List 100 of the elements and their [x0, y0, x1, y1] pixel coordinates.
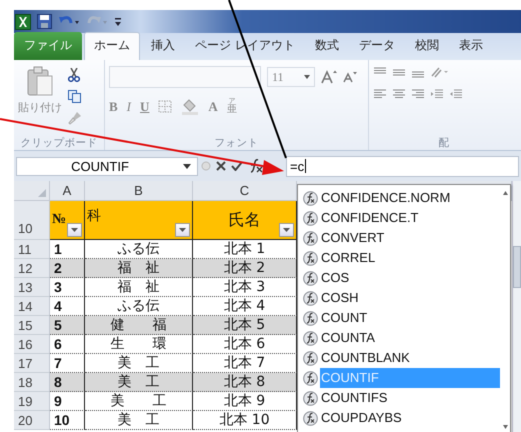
function-icon — [303, 250, 318, 266]
ribbon-tab[interactable]: ページ レイアウト — [186, 33, 304, 60]
group-label: クリップボード — [20, 136, 98, 150]
table-cell: 北本 5 — [193, 316, 297, 335]
table-cell: 3 — [50, 278, 85, 297]
font-name-field[interactable] — [109, 66, 261, 88]
ribbon-tab[interactable]: 挿入 — [142, 33, 184, 60]
function-icon — [303, 210, 318, 226]
group-label: フォント — [214, 136, 260, 150]
table-cell: 福 祉 — [85, 278, 193, 297]
function-icon — [303, 310, 318, 326]
copy-icon[interactable] — [68, 90, 84, 103]
table-cell: 5 — [50, 316, 85, 335]
table-cell: 4 — [50, 297, 85, 316]
column-header[interactable]: A — [50, 181, 85, 201]
ribbon-tab[interactable]: ファイル — [14, 32, 82, 60]
table-cell: 2 — [50, 259, 85, 278]
table-cell: 北本 3 — [193, 278, 297, 297]
function-icon — [303, 350, 318, 366]
table-cell: 健 福 — [85, 316, 193, 335]
row-header[interactable]: 15 — [14, 316, 50, 335]
scroll-bar[interactable] — [512, 181, 521, 432]
indent-icon[interactable] — [449, 88, 463, 100]
function-icon — [303, 390, 318, 406]
save-icon[interactable] — [37, 14, 52, 29]
horizontal-align-icon[interactable] — [373, 88, 387, 100]
brush-icon[interactable] — [68, 111, 82, 125]
row-header[interactable]: 14 — [14, 297, 50, 316]
row-header[interactable]: 10 — [14, 201, 50, 240]
group-label: 配 — [438, 136, 450, 150]
row-header[interactable]: 12 — [14, 259, 50, 278]
function-suggestion[interactable]: COUNTA — [320, 328, 500, 348]
function-suggestion[interactable]: COUNTBLANK — [320, 348, 500, 368]
row-header[interactable]: 17 — [14, 354, 50, 373]
header-cell: № — [50, 201, 85, 240]
table-cell: 福 祉 — [85, 259, 193, 278]
function-suggestion[interactable]: CONVERT — [320, 228, 500, 248]
clipboard-icon[interactable] — [27, 66, 53, 96]
filter-button[interactable] — [175, 223, 190, 237]
table-cell: 北本 7 — [193, 354, 297, 373]
table-cell: 北本 10 — [193, 411, 297, 430]
scissors-icon[interactable] — [68, 68, 80, 82]
function-suggestion[interactable]: COS — [320, 268, 500, 288]
function-icon — [303, 410, 318, 426]
function-icon — [303, 370, 318, 386]
ribbon-tab[interactable]: 校閲 — [406, 33, 448, 60]
function-suggestion[interactable]: CONFIDENCE.T — [320, 208, 500, 228]
table-cell: 1 — [50, 240, 85, 259]
table-cell: 生 環 — [85, 335, 193, 354]
table-cell: 美 工 — [85, 373, 193, 392]
function-suggestion[interactable]: COUNT — [320, 308, 500, 328]
horizontal-align-icon[interactable] — [392, 88, 406, 100]
excel-icon[interactable] — [15, 14, 31, 30]
function-suggestion[interactable]: COUPDAYBS — [320, 408, 500, 428]
filter-button[interactable] — [279, 223, 294, 237]
caret-icon[interactable] — [283, 228, 290, 232]
caret-icon[interactable] — [304, 75, 310, 79]
caret-icon[interactable] — [179, 228, 186, 232]
row-header[interactable]: 19 — [14, 392, 50, 411]
ribbon-tab[interactable]: ホーム — [84, 32, 140, 60]
customize-caret-icon[interactable] — [114, 16, 122, 28]
ribbon-tab[interactable]: 表示 — [450, 33, 492, 60]
name-box[interactable]: COUNTIF — [16, 156, 198, 176]
column-header[interactable]: B — [85, 181, 193, 201]
row-header[interactable]: 11 — [14, 240, 50, 259]
row-header[interactable]: 13 — [14, 278, 50, 297]
shrink-font-icon[interactable] — [343, 71, 357, 83]
indent-icon[interactable] — [430, 88, 444, 100]
function-suggestion[interactable]: CORREL — [320, 248, 500, 268]
row-header[interactable]: 16 — [14, 335, 50, 354]
orientation-icon[interactable] — [430, 66, 448, 78]
fill-bucket-icon[interactable] — [181, 98, 200, 114]
ribbon-tab[interactable]: 数式 — [306, 33, 348, 60]
table-cell: 北本 9 — [193, 392, 297, 411]
formula-input[interactable]: =c — [286, 156, 519, 176]
horizontal-align-icon[interactable] — [411, 88, 425, 100]
table-cell: 北本 4 — [193, 297, 297, 316]
function-suggestion[interactable]: CONFIDENCE.NORM — [320, 188, 500, 208]
filter-button[interactable] — [67, 223, 82, 237]
borders-icon[interactable] — [158, 100, 172, 113]
table-cell: 美 工 — [85, 392, 193, 411]
function-suggestion[interactable]: COUNTIFS — [320, 388, 500, 408]
function-icon[interactable] — [248, 159, 264, 173]
row-header[interactable]: 18 — [14, 373, 50, 392]
function-suggestion[interactable]: COSH — [320, 288, 500, 308]
ribbon-tab[interactable]: データ — [350, 33, 404, 60]
table-cell: 6 — [50, 335, 85, 354]
table-cell: 美 工 — [85, 354, 193, 373]
cancel-icon[interactable] — [216, 161, 226, 171]
check-icon[interactable] — [231, 161, 243, 171]
function-icon — [303, 190, 318, 206]
table-cell: 北本 1 — [193, 240, 297, 259]
caret-icon[interactable] — [71, 228, 78, 232]
table-cell: 北本 8 — [193, 373, 297, 392]
row-header[interactable]: 20 — [14, 411, 50, 430]
table-cell: 北本 6 — [193, 335, 297, 354]
table-cell: 9 — [50, 392, 85, 411]
grow-font-icon[interactable] — [321, 70, 337, 84]
caret-icon[interactable] — [183, 164, 191, 168]
column-header[interactable]: C — [193, 181, 297, 201]
